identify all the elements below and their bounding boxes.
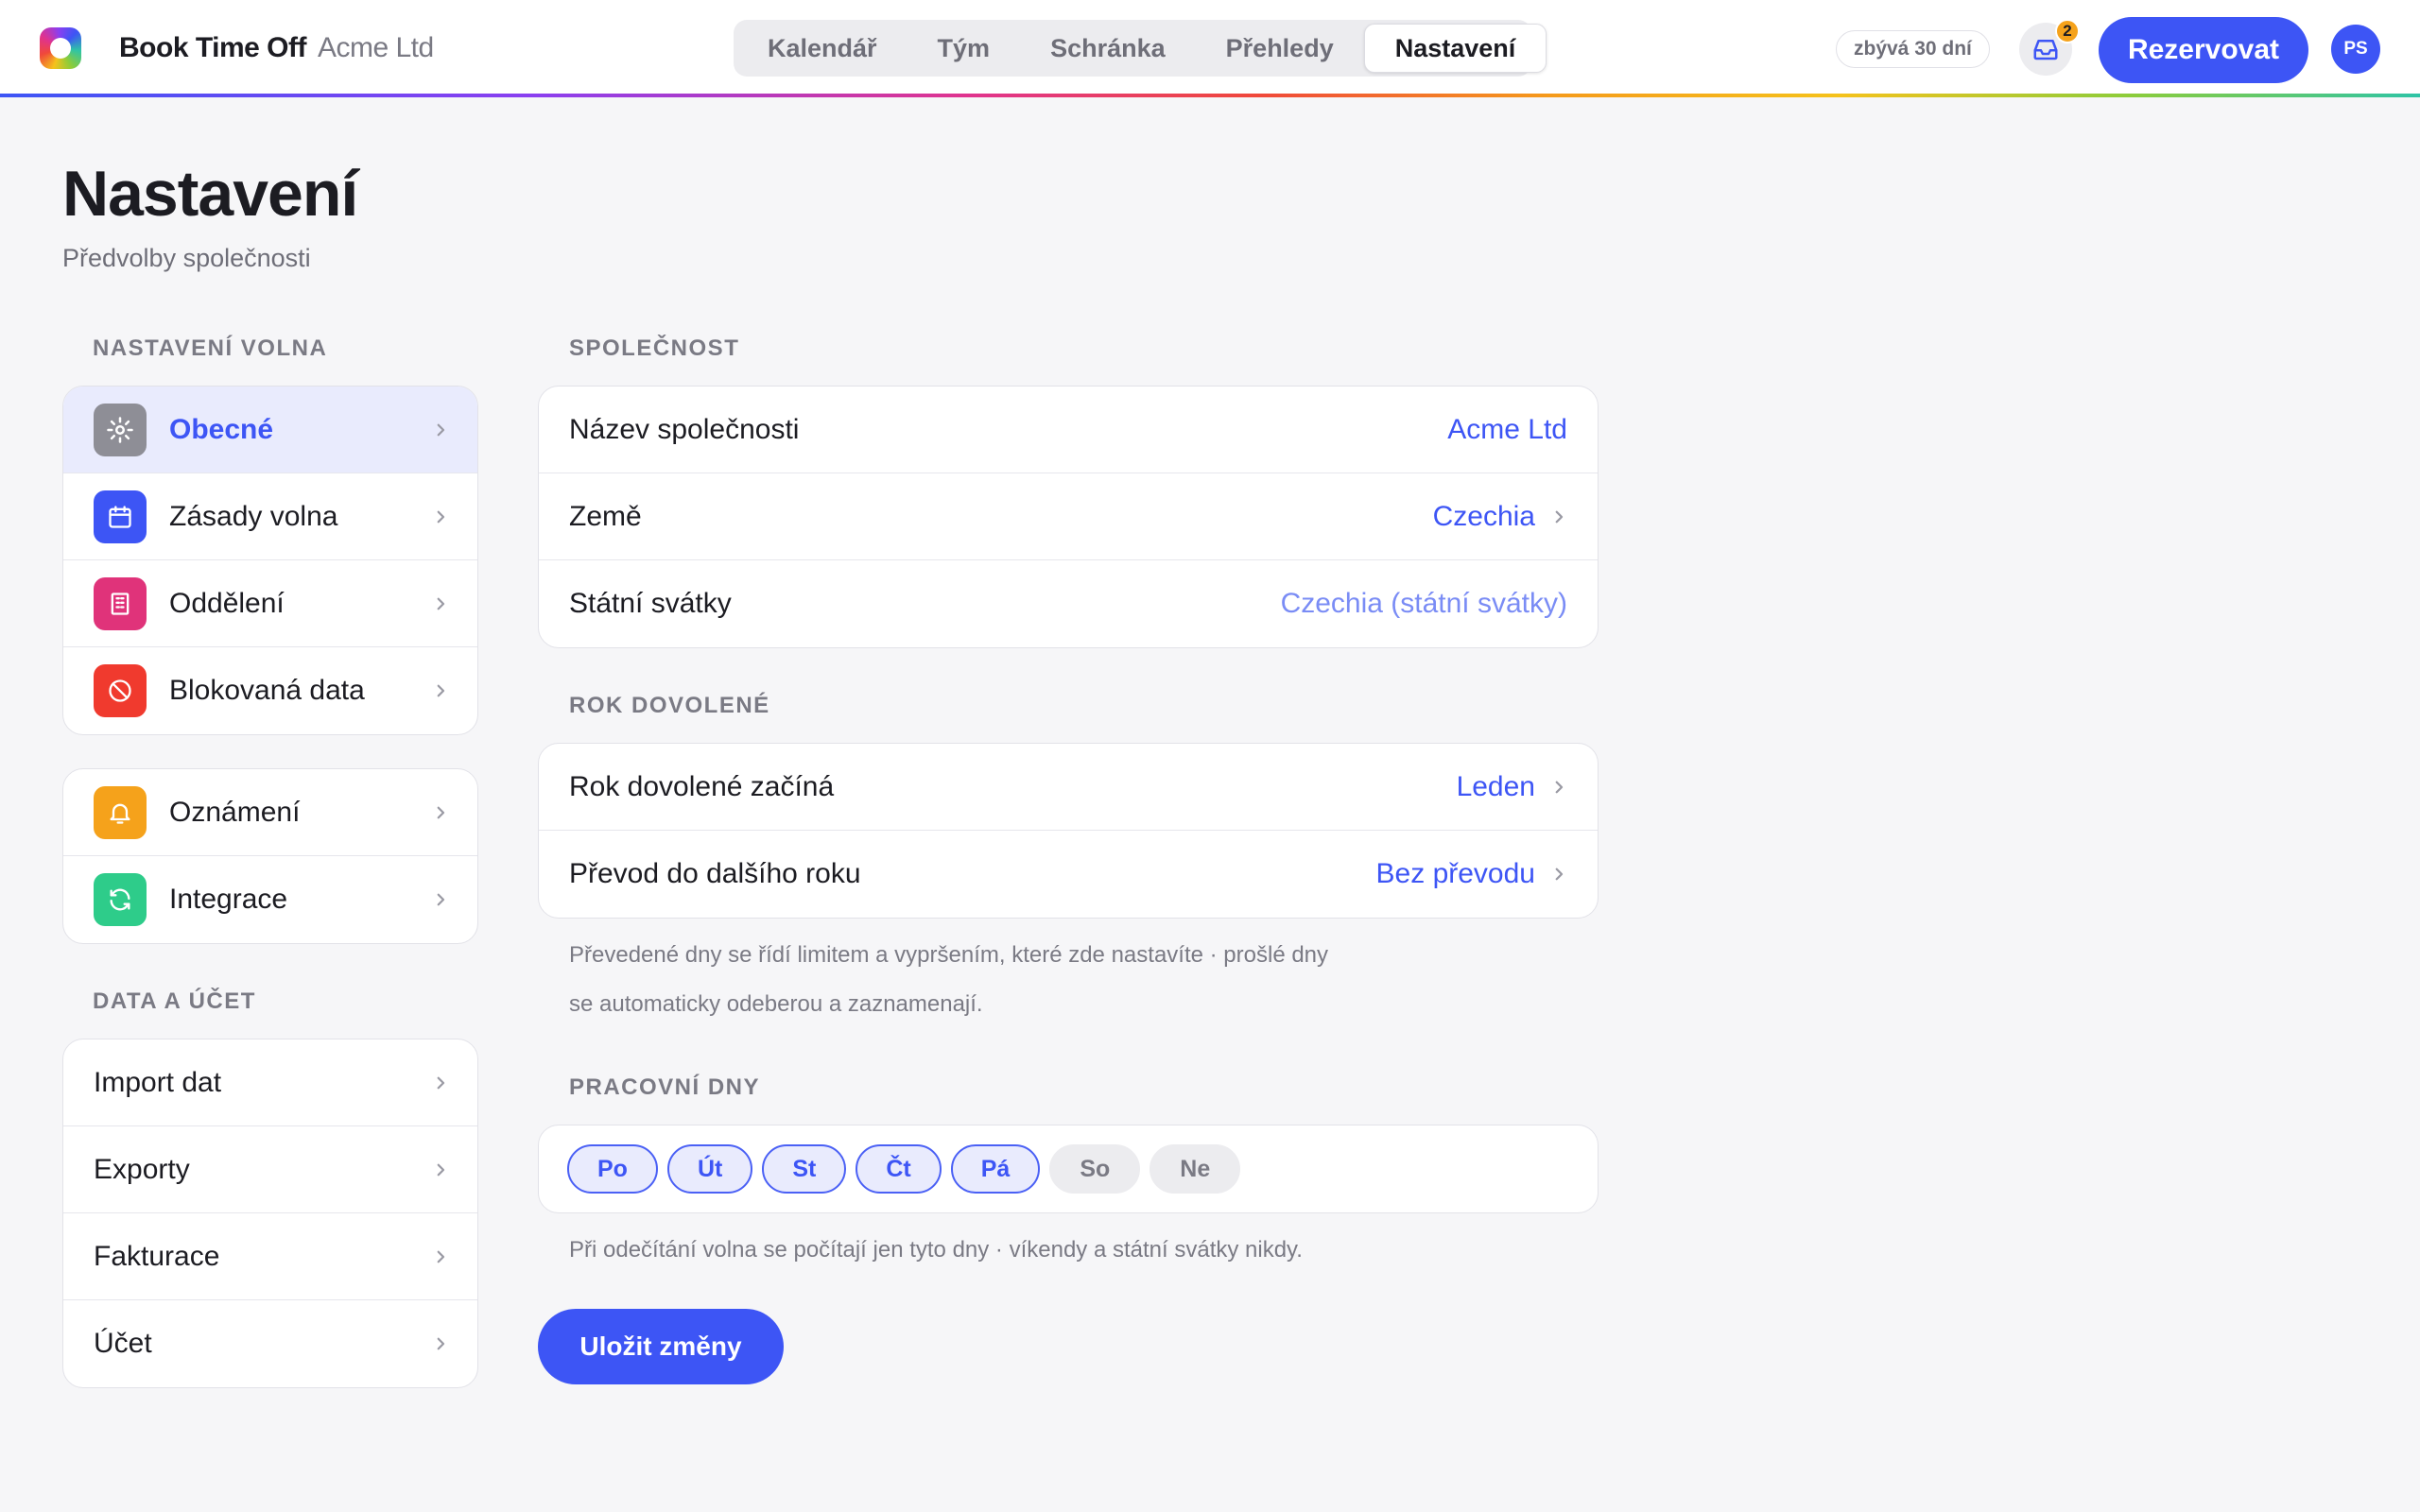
avatar[interactable]: PS bbox=[2331, 25, 2380, 74]
chevron-right-icon bbox=[437, 510, 445, 523]
calendar-icon bbox=[94, 490, 147, 543]
company-name-value[interactable]: Acme Ltd bbox=[1447, 414, 1567, 446]
carryover-row[interactable]: Převod do dalšího roku Bez převodu bbox=[539, 831, 1598, 918]
tab-calendar[interactable]: Kalendář bbox=[737, 24, 908, 73]
country-row[interactable]: Země Czechia bbox=[539, 473, 1598, 560]
sidebar-item-blocked-dates[interactable]: Blokovaná data bbox=[63, 647, 477, 734]
chevron-right-icon bbox=[437, 1250, 445, 1263]
carryover-note-line: Převedené dny se řídí limitem a vypršení… bbox=[569, 942, 1329, 968]
chevron-right-icon bbox=[437, 597, 445, 610]
company-name: Acme Ltd bbox=[317, 32, 434, 63]
leave-year-start-row[interactable]: Rok dovolené začíná Leden bbox=[539, 744, 1598, 831]
sidebar-item-leave-policies[interactable]: Zásady volna bbox=[63, 473, 477, 560]
day-chip-wednesday[interactable]: St bbox=[762, 1144, 847, 1194]
sidebar-item-label: Blokovaná data bbox=[169, 675, 365, 706]
sidebar-item-label: Fakturace bbox=[94, 1240, 220, 1272]
sidebar-item-integrations[interactable]: Integrace bbox=[63, 856, 477, 943]
save-changes-button[interactable]: Uložit změny bbox=[538, 1309, 784, 1384]
leave-year-start-value: Leden bbox=[1456, 770, 1535, 802]
inbox-count-badge: 2 bbox=[2055, 19, 2080, 43]
tab-settings[interactable]: Nastavení bbox=[1363, 24, 1547, 73]
book-button[interactable]: Rezervovat bbox=[2099, 17, 2308, 83]
day-chip-tuesday[interactable]: Út bbox=[666, 1144, 753, 1194]
sidebar-item-departments[interactable]: Oddělení bbox=[63, 560, 477, 647]
day-chip-sunday[interactable]: Ne bbox=[1150, 1144, 1241, 1194]
carryover-note: Převedené dny se řídí limitem a vypršení… bbox=[569, 931, 1328, 1029]
sidebar-item-exports[interactable]: Exporty bbox=[63, 1126, 477, 1213]
sidebar-item-label: Integrace bbox=[169, 884, 288, 915]
public-holidays-value: Czechia (státní svátky) bbox=[1280, 588, 1567, 619]
brand[interactable]: Book Time Off Acme Ltd bbox=[40, 26, 434, 70]
sync-icon bbox=[94, 873, 147, 926]
country-value: Czechia bbox=[1432, 500, 1535, 532]
inbox-tray-icon bbox=[2033, 40, 2058, 60]
chevron-right-icon bbox=[1555, 510, 1564, 523]
leave-year-section-label: ROK DOVOLENÉ bbox=[569, 693, 770, 718]
row-label: Název společnosti bbox=[569, 413, 800, 445]
building-icon bbox=[94, 576, 147, 630]
working-days-section-label: PRACOVNÍ DNY bbox=[569, 1074, 761, 1100]
working-days-card: Po Út St Čt Pá So Ne bbox=[538, 1125, 1599, 1213]
chevron-right-icon bbox=[1555, 868, 1564, 881]
sidebar-section-label: DATA A ÚČET bbox=[93, 988, 256, 1014]
row-label: Rok dovolené začíná bbox=[569, 770, 835, 802]
company-name-row[interactable]: Název společnosti Acme Ltd bbox=[539, 387, 1598, 473]
row-label: Převod do dalšího roku bbox=[569, 858, 861, 889]
sidebar-item-label: Obecné bbox=[169, 413, 274, 445]
day-chip-thursday[interactable]: Čt bbox=[856, 1144, 942, 1194]
app-logo-icon bbox=[40, 27, 81, 69]
header-rainbow-divider bbox=[0, 94, 2420, 97]
carryover-note-line: se automaticky odeberou a zaznamenají. bbox=[569, 991, 983, 1017]
sidebar-item-label: Zásady volna bbox=[169, 500, 338, 532]
sidebar-item-label: Účet bbox=[94, 1328, 152, 1359]
top-bar: Book Time Off Acme Ltd Kalendář Tým Schr… bbox=[0, 0, 2420, 94]
sidebar-group-system: Oznámení Integrace bbox=[62, 768, 478, 944]
sidebar-group-leave: Obecné Zásady volna Oddělení Blokovaná d… bbox=[62, 386, 478, 735]
day-chip-monday[interactable]: Po bbox=[567, 1144, 658, 1194]
chevron-right-icon bbox=[437, 684, 445, 697]
company-section-label: SPOLEČNOST bbox=[569, 335, 740, 361]
chevron-right-icon bbox=[1555, 781, 1564, 793]
app-name: Book Time Off bbox=[119, 32, 306, 63]
sidebar-section-label: NASTAVENÍ VOLNA bbox=[93, 335, 328, 361]
sidebar-item-label: Oddělení bbox=[169, 587, 285, 619]
public-holidays-row[interactable]: Státní svátky Czechia (státní svátky) bbox=[539, 560, 1598, 647]
bell-icon bbox=[94, 785, 147, 839]
chevron-right-icon bbox=[437, 1337, 445, 1350]
sidebar-item-billing[interactable]: Fakturace bbox=[63, 1213, 477, 1300]
tab-reports[interactable]: Přehledy bbox=[1196, 24, 1364, 73]
row-label: Země bbox=[569, 500, 642, 532]
working-days-note: Při odečítání volna se počítají jen tyto… bbox=[569, 1237, 1303, 1263]
company-settings-card: Název společnosti Acme Ltd Země Czechia … bbox=[538, 386, 1599, 648]
sidebar-item-account[interactable]: Účet bbox=[63, 1300, 477, 1387]
main-nav: Kalendář Tým Schránka Přehledy Nastavení bbox=[734, 20, 1547, 77]
sidebar-group-data: Import dat Exporty Fakturace Účet bbox=[62, 1039, 478, 1388]
block-icon bbox=[94, 664, 147, 717]
leave-year-card: Rok dovolené začíná Leden Převod do dalš… bbox=[538, 743, 1599, 919]
page-subtitle: Předvolby společnosti bbox=[62, 244, 311, 272]
sidebar-item-label: Import dat bbox=[94, 1066, 222, 1098]
chevron-right-icon bbox=[437, 1163, 445, 1176]
sidebar-item-label: Oznámení bbox=[169, 796, 301, 828]
sidebar-item-import[interactable]: Import dat bbox=[63, 1040, 477, 1126]
row-label: Státní svátky bbox=[569, 588, 732, 619]
chevron-right-icon bbox=[437, 1076, 445, 1089]
trial-badge: zbývá 30 dní bbox=[1836, 30, 1990, 68]
day-chip-friday[interactable]: Pá bbox=[950, 1144, 1041, 1194]
chevron-right-icon bbox=[437, 806, 445, 818]
chevron-right-icon bbox=[437, 423, 445, 436]
page-title: Nastavení bbox=[62, 158, 358, 230]
tab-inbox[interactable]: Schránka bbox=[1020, 24, 1196, 73]
carryover-value: Bez převodu bbox=[1375, 858, 1535, 889]
gear-icon bbox=[94, 403, 147, 456]
sidebar-item-label: Exporty bbox=[94, 1153, 190, 1185]
tab-team[interactable]: Tým bbox=[908, 24, 1021, 73]
chevron-right-icon bbox=[437, 893, 445, 906]
sidebar-item-notifications[interactable]: Oznámení bbox=[63, 769, 477, 856]
sidebar-item-general[interactable]: Obecné bbox=[63, 387, 477, 473]
day-chip-saturday[interactable]: So bbox=[1049, 1144, 1141, 1194]
